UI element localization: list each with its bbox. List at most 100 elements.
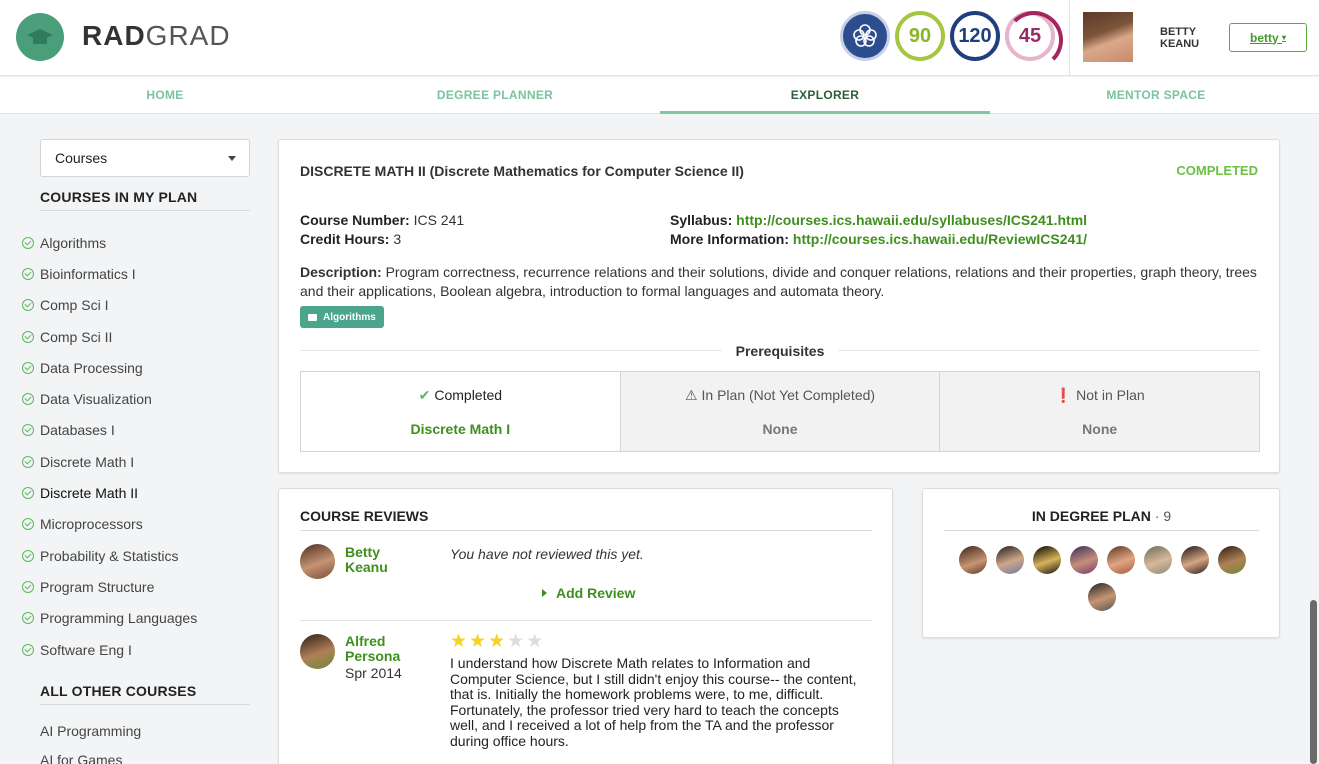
other-courses-heading: ALL OTHER COURSES	[40, 683, 250, 705]
course-status: COMPLETED	[1176, 163, 1258, 178]
student-avatar[interactable]	[995, 546, 1024, 574]
degree-plan-heading: IN DEGREE PLAN · 9	[944, 508, 1259, 531]
check-circle-icon	[22, 518, 34, 531]
radgrad-logo-icon[interactable]	[16, 13, 64, 61]
sidebar-course-item[interactable]: Program Structure	[22, 571, 197, 602]
sidebar-course-item[interactable]: Data Visualization	[22, 383, 197, 414]
flower-icon	[853, 24, 877, 47]
caret-down-icon: ▾	[1282, 33, 1287, 42]
nav-mentor-space[interactable]: MENTOR SPACE	[991, 77, 1319, 114]
star-icon: ★	[507, 631, 525, 652]
sidebar-course-item[interactable]: Programming Languages	[22, 603, 197, 634]
sidebar-course-label: Microprocessors	[40, 516, 143, 533]
plan-course-list: Algorithms Bioinformatics I Comp Sci I Comp…	[22, 227, 197, 665]
check-icon: ✔	[418, 387, 431, 403]
syllabus: Syllabus: http://courses.ics.hawaii.edu/…	[670, 212, 1088, 228]
reviewer-name[interactable]: Betty Keanu	[345, 545, 388, 575]
star-icon: ★	[469, 631, 487, 652]
user-menu-button[interactable]: betty ▾	[1229, 23, 1307, 52]
header-divider	[1069, 0, 1070, 76]
star-icon: ★	[526, 631, 544, 652]
interest-tag[interactable]: Algorithms	[300, 306, 384, 328]
sidebar-course-label: Discrete Math I	[40, 453, 135, 470]
more-info: More Information: http://courses.ics.haw…	[670, 231, 1087, 247]
check-circle-icon	[22, 643, 34, 656]
ice-competency-score[interactable]: 120	[950, 11, 1000, 61]
review-text: I understand how Discrete Math relates t…	[450, 655, 857, 749]
degree-plan-card: IN DEGREE PLAN · 9	[922, 488, 1280, 638]
sidebar-other-course-item[interactable]: AI for Games	[40, 745, 141, 764]
sidebar-course-item[interactable]: Data Processing	[22, 352, 197, 383]
sidebar-other-course-item[interactable]: AI Programming	[40, 716, 141, 745]
credit-hours: Credit Hours: 3	[300, 231, 402, 247]
sidebar-course-item[interactable]: Microprocessors	[22, 509, 197, 540]
prereq-not-in-plan: ❗ Not in Plan None	[940, 372, 1260, 451]
sidebar-course-label: Programming Languages	[40, 610, 198, 627]
more-info-link[interactable]: http://courses.ics.hawaii.edu/ReviewICS2…	[793, 231, 1087, 247]
sidebar-course-item[interactable]: Algorithms	[22, 227, 197, 258]
check-circle-icon	[22, 236, 34, 249]
user-avatar	[1083, 12, 1133, 62]
check-circle-icon	[22, 580, 34, 593]
ice-innovation-score[interactable]: 90	[895, 11, 945, 61]
main-nav: HOME DEGREE PLANNER EXPLORER MENTOR SPAC…	[0, 77, 1319, 114]
sidebar-course-item[interactable]: Comp Sci I	[22, 290, 197, 321]
check-circle-icon	[22, 612, 34, 625]
sidebar-course-item[interactable]: Discrete Math I	[22, 446, 197, 477]
sidebar-course-item[interactable]: Bioinformatics I	[22, 258, 197, 289]
explorer-type-select[interactable]: Courses	[40, 139, 250, 177]
sidebar-course-item[interactable]: Comp Sci II	[22, 321, 197, 352]
sidebar-course-item[interactable]: Software Eng I	[22, 634, 197, 665]
app-header: RADGRAD 90 120 45 BETTY KEANU betty ▾	[0, 0, 1319, 76]
course-number: Course Number: ICS 241	[300, 212, 465, 228]
add-review-button[interactable]: Add Review	[542, 585, 635, 601]
page-scrollbar[interactable]	[1310, 600, 1317, 764]
sidebar-course-label: Comp Sci II	[40, 328, 113, 345]
caret-down-icon	[228, 156, 236, 161]
ice-experience-score[interactable]: 45	[1005, 11, 1063, 69]
caret-right-icon	[542, 589, 547, 597]
student-avatar[interactable]	[1217, 546, 1246, 574]
app-logo-text[interactable]: RADGRAD	[82, 20, 231, 52]
sidebar-course-label: Software Eng I	[40, 641, 132, 658]
user-name: BETTY KEANU	[1160, 26, 1200, 50]
sidebar-course-item[interactable]: Discrete Math II	[22, 477, 197, 508]
student-avatar[interactable]	[1069, 546, 1098, 574]
reviewer-name[interactable]: Alfred Persona	[345, 634, 400, 664]
sidebar-course-label: Databases I	[40, 422, 115, 439]
degree-plan-avatars	[957, 546, 1247, 611]
syllabus-link[interactable]: http://courses.ics.hawaii.edu/syllabuses…	[736, 212, 1087, 228]
prereq-heading: Prerequisites	[279, 343, 1281, 359]
sidebar-course-item[interactable]: Probability & Statistics	[22, 540, 197, 571]
nav-home[interactable]: HOME	[0, 77, 330, 114]
student-avatar[interactable]	[1143, 546, 1172, 574]
nav-degree-planner[interactable]: DEGREE PLANNER	[330, 77, 660, 114]
star-icon: ★	[488, 631, 506, 652]
check-circle-icon	[22, 393, 34, 406]
reviews-heading: COURSE REVIEWS	[300, 508, 872, 531]
select-value: Courses	[55, 150, 108, 166]
check-circle-icon	[22, 424, 34, 437]
sidebar-course-label: Program Structure	[40, 578, 155, 595]
no-review-text: You have not reviewed this yet.	[450, 546, 644, 562]
review-rating: ★ ★ ★ ★ ★	[450, 632, 543, 651]
sidebar-course-label: Algorithms	[40, 234, 107, 251]
other-course-list: AI Programming AI for Games	[40, 716, 141, 764]
student-avatar[interactable]	[958, 546, 987, 574]
prereq-completed-value[interactable]: Discrete Math I	[301, 421, 620, 437]
course-reviews-card: COURSE REVIEWS Betty Keanu You have not r…	[278, 488, 893, 764]
interests-badge-icon[interactable]	[840, 11, 890, 61]
graduation-cap-icon	[27, 29, 53, 44]
student-avatar[interactable]	[1088, 583, 1116, 611]
student-avatar[interactable]	[1032, 546, 1061, 574]
student-avatar[interactable]	[1180, 546, 1209, 574]
check-circle-icon	[22, 549, 34, 562]
student-avatar[interactable]	[1106, 546, 1135, 574]
sidebar-course-label: Discrete Math II	[40, 485, 139, 502]
prereq-completed: ✔ Completed Discrete Math I	[301, 372, 621, 451]
check-circle-icon	[22, 330, 34, 343]
sidebar-course-item[interactable]: Databases I	[22, 415, 197, 446]
sidebar-course-label: Comp Sci I	[40, 297, 109, 314]
nav-explorer[interactable]: EXPLORER	[660, 77, 990, 114]
course-description: Description: Program correctness, recurr…	[300, 264, 1257, 299]
